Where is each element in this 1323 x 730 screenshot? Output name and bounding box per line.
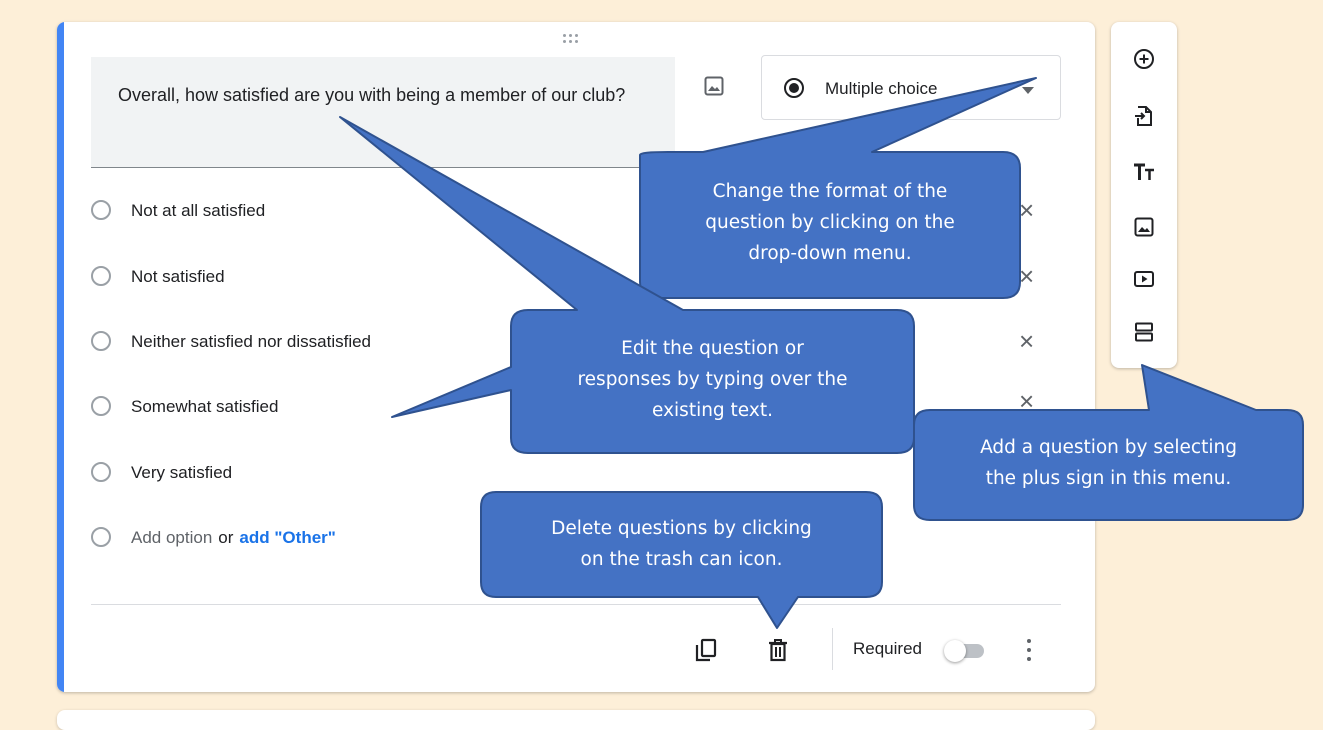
add-callout: Add a question by selecting the plus sig… [922, 432, 1295, 494]
edit-callout-line: responses by typing over the [577, 369, 848, 390]
question-type-dropdown[interactable]: Multiple choice [761, 55, 1061, 120]
add-image-icon[interactable] [1132, 215, 1156, 239]
option-label[interactable]: Not at all satisfied [131, 201, 265, 221]
edit-callout-line: existing text. [652, 400, 773, 421]
question-title-text[interactable]: Overall, how satisfied are you with bein… [118, 80, 668, 111]
delete-callout: Delete questions by clicking on the tras… [489, 513, 874, 575]
trash-icon[interactable] [765, 637, 791, 663]
format-callout-line: Change the format of the [712, 181, 948, 202]
toggle-knob [944, 640, 966, 662]
remove-option-icon[interactable]: × [1019, 197, 1034, 223]
radio-circle-icon [91, 200, 111, 220]
remove-option-icon[interactable]: × [1019, 328, 1034, 354]
edit-callout: Edit the question or responses by typing… [520, 333, 905, 426]
add-section-icon[interactable] [1132, 320, 1156, 344]
radio-circle-icon [91, 527, 111, 547]
option-label[interactable]: Very satisfied [131, 463, 232, 483]
drag-handle-icon[interactable] [563, 32, 587, 46]
required-toggle[interactable] [944, 640, 986, 662]
radio-circle-icon [91, 462, 111, 482]
option-label[interactable]: Somewhat satisfied [131, 397, 278, 417]
delete-callout-line: on the trash can icon. [580, 549, 783, 570]
question-type-label: Multiple choice [825, 79, 938, 98]
delete-callout-line: Delete questions by clicking [551, 518, 812, 539]
import-questions-icon[interactable] [1132, 104, 1156, 128]
next-question-card[interactable] [57, 710, 1095, 730]
option-label[interactable]: Neither satisfied nor dissatisfied [131, 332, 371, 352]
radio-circle-icon [91, 266, 111, 286]
or-text: or [218, 528, 234, 547]
duplicate-icon[interactable] [693, 637, 719, 663]
footer-separator [832, 628, 833, 670]
more-options-icon[interactable] [1026, 638, 1032, 662]
add-video-icon[interactable] [1132, 267, 1156, 291]
add-option-text: Add option or add "Other" [131, 528, 336, 548]
add-other-link[interactable]: add "Other" [239, 528, 335, 547]
add-callout-line: Add a question by selecting [980, 437, 1237, 458]
add-callout-line: the plus sign in this menu. [985, 468, 1232, 489]
footer-divider [91, 604, 1061, 605]
add-title-icon[interactable] [1132, 160, 1156, 184]
option-label[interactable]: Not satisfied [131, 267, 225, 287]
add-question-icon[interactable] [1132, 47, 1156, 71]
multiple-choice-icon [784, 78, 804, 98]
format-callout-line: question by clicking on the [705, 212, 955, 233]
caret-down-icon [1022, 87, 1034, 94]
remove-option-icon[interactable]: × [1019, 388, 1034, 414]
radio-circle-icon [91, 396, 111, 416]
add-image-icon[interactable] [702, 74, 726, 98]
floating-toolbar [1111, 22, 1177, 368]
edit-callout-line: Edit the question or [621, 338, 804, 359]
add-option-link[interactable]: Add option [131, 528, 212, 547]
active-card-indicator [57, 22, 64, 692]
radio-circle-icon [91, 331, 111, 351]
question-title-field[interactable]: Overall, how satisfied are you with bein… [91, 57, 675, 168]
format-callout: Change the format of the question by cli… [649, 176, 1011, 269]
format-callout-line: drop-down menu. [748, 243, 912, 264]
remove-option-icon[interactable]: × [1019, 263, 1034, 289]
required-label: Required [853, 639, 922, 658]
